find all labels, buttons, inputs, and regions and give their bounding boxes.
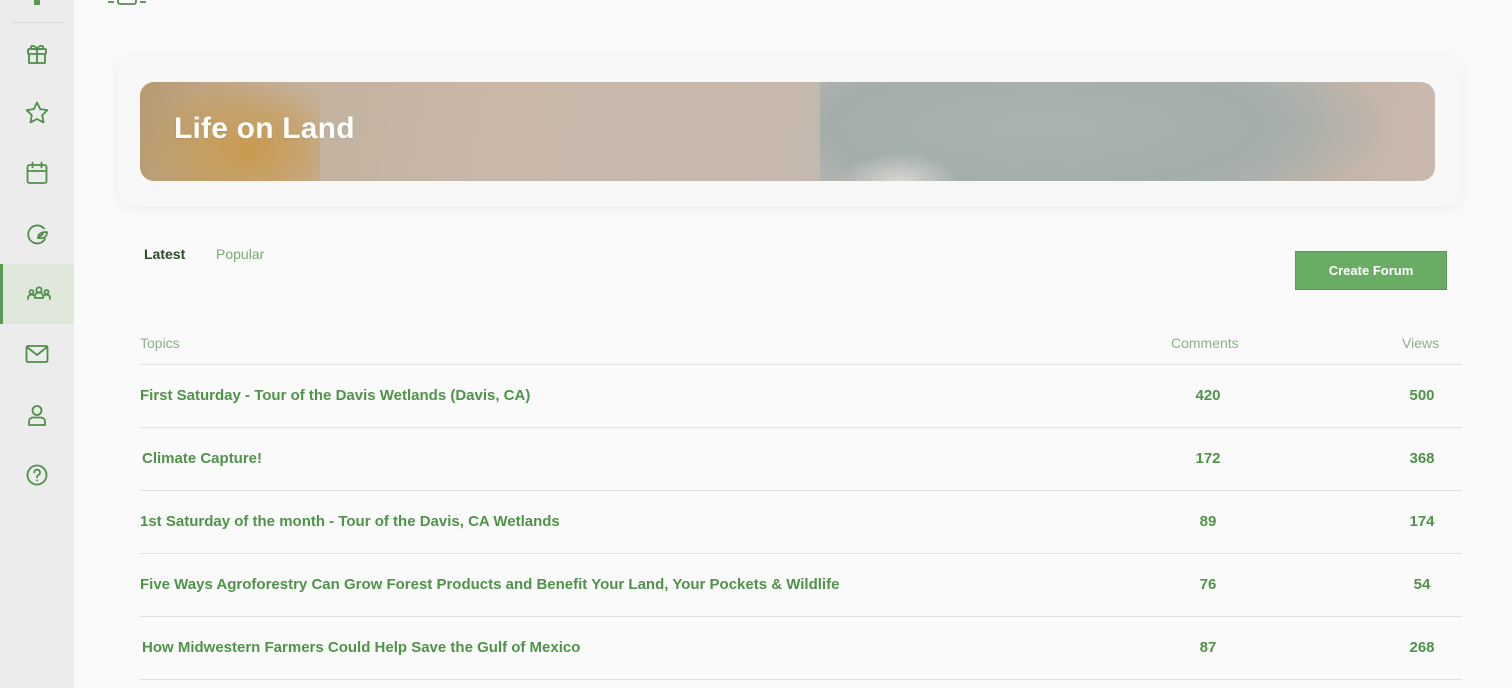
- star-icon: [25, 101, 49, 124]
- topic-link[interactable]: 1st Saturday of the month - Tour of the …: [140, 513, 560, 530]
- topic-link[interactable]: How Midwestern Farmers Could Help Save t…: [142, 639, 580, 656]
- views-count: 368: [1409, 450, 1435, 467]
- topic-link[interactable]: First Saturday - Tour of the Davis Wetla…: [140, 387, 530, 404]
- views-count: 268: [1409, 639, 1435, 656]
- views-count: 174: [1409, 513, 1435, 530]
- leaf-g-icon: [27, 224, 48, 245]
- calendar-icon: [26, 161, 48, 184]
- sidebar-item-profile[interactable]: [0, 385, 74, 445]
- table-row[interactable]: 1st Saturday of the month - Tour of the …: [140, 490, 1462, 553]
- user-icon: [28, 405, 46, 426]
- views-count: 500: [1409, 387, 1435, 404]
- table-divider: [140, 679, 1462, 680]
- topic-link[interactable]: Climate Capture!: [142, 450, 262, 467]
- tab-popular[interactable]: Popular: [216, 246, 264, 262]
- sidebar-item-messages[interactable]: [0, 324, 74, 384]
- community-icon: [26, 286, 51, 300]
- sidebar: [0, 0, 74, 688]
- sidebar-item-help[interactable]: [0, 445, 74, 505]
- comments-count: 89: [1199, 513, 1217, 530]
- gift-icon: [27, 44, 47, 64]
- comments-count: 172: [1195, 450, 1221, 467]
- sidebar-top-icon-fragment: [34, 0, 40, 5]
- table-row[interactable]: How Midwestern Farmers Could Help Save t…: [140, 616, 1462, 679]
- views-count: 54: [1413, 576, 1431, 593]
- comments-count: 76: [1199, 576, 1217, 593]
- comments-count: 87: [1199, 639, 1217, 656]
- header-icon-fragment: [108, 0, 148, 6]
- column-header-comments: Comments: [1171, 335, 1239, 351]
- table-row[interactable]: Climate Capture! 172 368: [140, 427, 1462, 490]
- table-row[interactable]: First Saturday - Tour of the Davis Wetla…: [140, 364, 1462, 427]
- comments-count: 420: [1195, 387, 1221, 404]
- banner-texture: [840, 152, 960, 181]
- tab-latest[interactable]: Latest: [144, 246, 185, 262]
- sidebar-item-favorites[interactable]: [0, 83, 74, 143]
- banner-card: Life on Land: [118, 57, 1462, 206]
- help-icon: [26, 464, 48, 486]
- sidebar-item-rewards[interactable]: [0, 23, 74, 83]
- topic-link[interactable]: Five Ways Agroforestry Can Grow Forest P…: [140, 576, 839, 593]
- table-row[interactable]: Five Ways Agroforestry Can Grow Forest P…: [140, 553, 1462, 616]
- sidebar-item-forums[interactable]: [0, 264, 74, 324]
- banner-image: Life on Land: [140, 82, 1435, 181]
- sidebar-item-green[interactable]: [0, 204, 74, 264]
- create-forum-button[interactable]: Create Forum: [1295, 251, 1447, 290]
- column-header-topics: Topics: [140, 335, 180, 351]
- column-header-views: Views: [1402, 335, 1440, 351]
- mail-icon: [25, 345, 49, 363]
- page-title: Life on Land: [174, 112, 355, 145]
- sidebar-item-events[interactable]: [0, 143, 74, 203]
